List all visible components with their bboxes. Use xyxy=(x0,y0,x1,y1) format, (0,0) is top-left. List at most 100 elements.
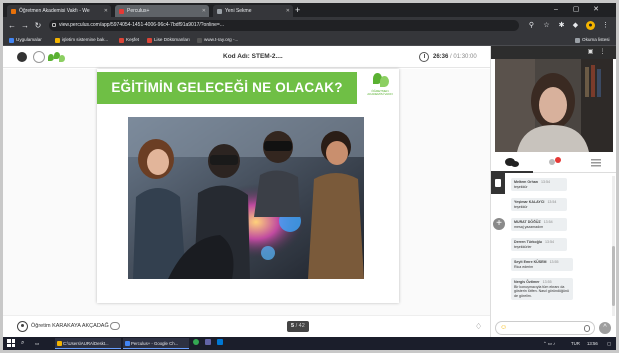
students-vr-photo xyxy=(128,117,364,279)
close-tab-icon[interactable]: ✕ xyxy=(104,5,108,17)
minimize-button[interactable]: – xyxy=(548,3,564,17)
taskbar-explorer[interactable]: C:\Users\AURA\Deskt... xyxy=(55,338,121,349)
chat-message: MURAT DÖĞÜZ 13:54 mesaj yazamadım xyxy=(511,218,567,232)
system-clock[interactable]: 13:56 xyxy=(587,338,598,349)
perculus-logo-icon xyxy=(17,52,27,62)
chat-message: Meltem Orhan 13:54 teşekkür xyxy=(511,178,567,192)
webcam-person xyxy=(495,59,613,152)
youtube-icon xyxy=(147,38,152,43)
tab-chat[interactable] xyxy=(491,154,533,173)
apps-icon xyxy=(9,38,14,43)
chrome-pinned-icon[interactable] xyxy=(193,338,201,349)
browser-tab-oav[interactable]: Öğretmen Akademisi Vakfı - We ✕ xyxy=(7,5,111,17)
lock-icon xyxy=(52,23,56,27)
user-icon xyxy=(17,321,28,332)
more-options-icon[interactable]: ⋮ xyxy=(599,49,606,56)
camera-icon[interactable]: ▣ xyxy=(587,49,594,56)
forward-button[interactable]: → xyxy=(20,20,30,31)
scrollbar-thumb[interactable] xyxy=(612,246,615,306)
profile-avatar[interactable]: ● xyxy=(586,21,595,30)
taskbar-chrome[interactable]: Perculus+ - Google Ch... xyxy=(123,338,189,349)
keyboard-language[interactable]: TUR xyxy=(571,338,580,349)
tab-list[interactable] xyxy=(575,154,616,173)
right-panel: ▣ ⋮ + Meltem Orhan 13:54 teşekkür Yeşima… xyxy=(490,46,616,337)
bookmark-icon xyxy=(119,38,124,43)
star-icon[interactable]: ☆ xyxy=(542,21,551,30)
teams-icon[interactable] xyxy=(205,338,213,349)
chat-input[interactable]: ☺ xyxy=(495,321,595,335)
emoji-icon[interactable]: ☺ xyxy=(500,324,507,332)
session-title: Kod Adı: STEM-2.... xyxy=(223,53,283,60)
windows-taskbar: ⌕ ▭ C:\Users\AURA\Deskt... Perculus+ - G… xyxy=(3,337,616,350)
bookmark-icon xyxy=(55,38,60,43)
attachment-icon[interactable] xyxy=(584,325,590,332)
camera-extension-icon[interactable]: ⚲ xyxy=(527,21,536,30)
back-button[interactable]: ← xyxy=(7,20,17,31)
tab-favicon-icon xyxy=(119,9,124,14)
notification-icon[interactable]: ▢ xyxy=(607,338,611,349)
menu-icon[interactable]: ⋮ xyxy=(601,21,610,30)
close-tab-icon[interactable]: ✕ xyxy=(202,5,206,17)
close-tab-icon[interactable]: ✕ xyxy=(286,5,290,17)
close-window-button[interactable]: ✕ xyxy=(588,3,604,17)
reading-list-button[interactable]: Okuma listesi xyxy=(575,35,610,45)
windows-start-icon[interactable] xyxy=(7,339,15,347)
bookmark-kesfet[interactable]: Keşfet xyxy=(119,35,139,45)
store-icon[interactable] xyxy=(217,338,225,349)
screen: Öğretmen Akademisi Vakfı - We ✕ Perculus… xyxy=(3,3,616,350)
bookmark-lise[interactable]: Lise Dökümanları xyxy=(147,35,190,45)
slide-title: EĞİTİMİN GELECEĞİ NE OLACAK? xyxy=(111,80,343,95)
app-header: Kod Adı: STEM-2.... 26:36 / 01:30:00 xyxy=(3,46,490,68)
oav-logo-icon xyxy=(48,52,66,62)
thumbs-up-icon[interactable]: ♢ xyxy=(475,322,482,331)
address-bar[interactable]: view.perculus.com/app/5974054-1451-4006-… xyxy=(49,20,519,31)
bookmark-icon xyxy=(197,38,202,43)
extension-icon[interactable]: ✱ xyxy=(557,21,566,30)
search-icon[interactable]: ⌕ xyxy=(21,338,31,349)
list-icon xyxy=(591,159,601,167)
chat-message: Seyit Emre KÜSEM 13:55 Rica ederim xyxy=(511,258,573,272)
chat-message: Yeşimar KALAYCI 13:54 teşekkür xyxy=(511,198,567,212)
chat-messages: Meltem Orhan 13:54 teşekkür Yeşimar KALAY… xyxy=(508,176,614,316)
chat-bubbles-icon xyxy=(505,158,519,167)
slide-logo-icon: ÖĞRETMEN AKADEMİSİ VAKFI xyxy=(365,73,393,101)
panel-tabs xyxy=(491,154,616,173)
tray-icons[interactable]: ⌃ ▭ ♪ xyxy=(543,338,555,349)
students-vr-illustration xyxy=(128,117,364,279)
browser-toolbar: ← → ↻ view.perculus.com/app/5974054-1451… xyxy=(3,17,616,34)
browser-tab-new[interactable]: Yeni Sekme ✕ xyxy=(213,5,293,17)
add-button[interactable]: + xyxy=(493,218,505,230)
chat-message: Derren Türkoğlu 13:54 teşekkürler xyxy=(511,238,567,252)
bookmark-apps[interactable]: Uygulamalar xyxy=(9,35,42,45)
bookmark-isletim[interactable]: işletim sistemine bak... xyxy=(55,35,108,45)
tab-participants[interactable] xyxy=(533,154,575,173)
page-indicator[interactable]: 5 / 42 xyxy=(287,321,309,332)
institution-logo-icon xyxy=(33,51,45,63)
chat-scrollbar[interactable] xyxy=(612,176,615,316)
cloud-icon[interactable] xyxy=(110,322,120,330)
session-timer: 26:36 / 01:30:00 xyxy=(433,54,477,60)
bookmarks-bar: Uygulamalar işletim sistemine bak... Keş… xyxy=(3,34,616,46)
presenter-bar: Öğretim KARAKAYA AKÇADAĞ 5 / 42 ♢ xyxy=(3,315,490,337)
chat-side-tab[interactable] xyxy=(491,173,505,194)
tab-favicon-icon xyxy=(11,9,16,14)
presenter-name: Öğretim KARAKAYA AKÇADAĞ xyxy=(31,323,109,329)
slide: EĞİTİMİN GELECEĞİ NE OLACAK? ÖĞRETMEN AK… xyxy=(97,69,399,303)
task-view-icon[interactable]: ▭ xyxy=(35,338,45,349)
document-icon xyxy=(495,179,501,187)
maximize-button[interactable]: ▢ xyxy=(568,3,584,17)
clock-icon xyxy=(419,52,429,62)
puzzle-icon[interactable]: ◆ xyxy=(571,21,580,30)
folder-icon xyxy=(57,341,62,346)
browser-tab-perculus[interactable]: Perculus+ ✕ xyxy=(115,5,209,17)
new-tab-button[interactable]: + xyxy=(295,4,300,16)
video-panel-header: ▣ ⋮ xyxy=(491,46,616,59)
chrome-icon xyxy=(125,341,130,346)
reload-button[interactable]: ↻ xyxy=(33,20,43,31)
webcam-video xyxy=(495,59,613,152)
tab-favicon-icon xyxy=(217,9,222,14)
send-button[interactable]: ^ xyxy=(599,322,611,334)
presentation-stage: EĞİTİMİN GELECEĞİ NE OLACAK? ÖĞRETMEN AK… xyxy=(3,69,490,315)
bookmark-tray[interactable]: www.t-ray.org -... xyxy=(197,35,238,45)
chat-message: Nergis Öztimer 13:55 Bir konuşmacıyla tüm… xyxy=(511,278,573,301)
